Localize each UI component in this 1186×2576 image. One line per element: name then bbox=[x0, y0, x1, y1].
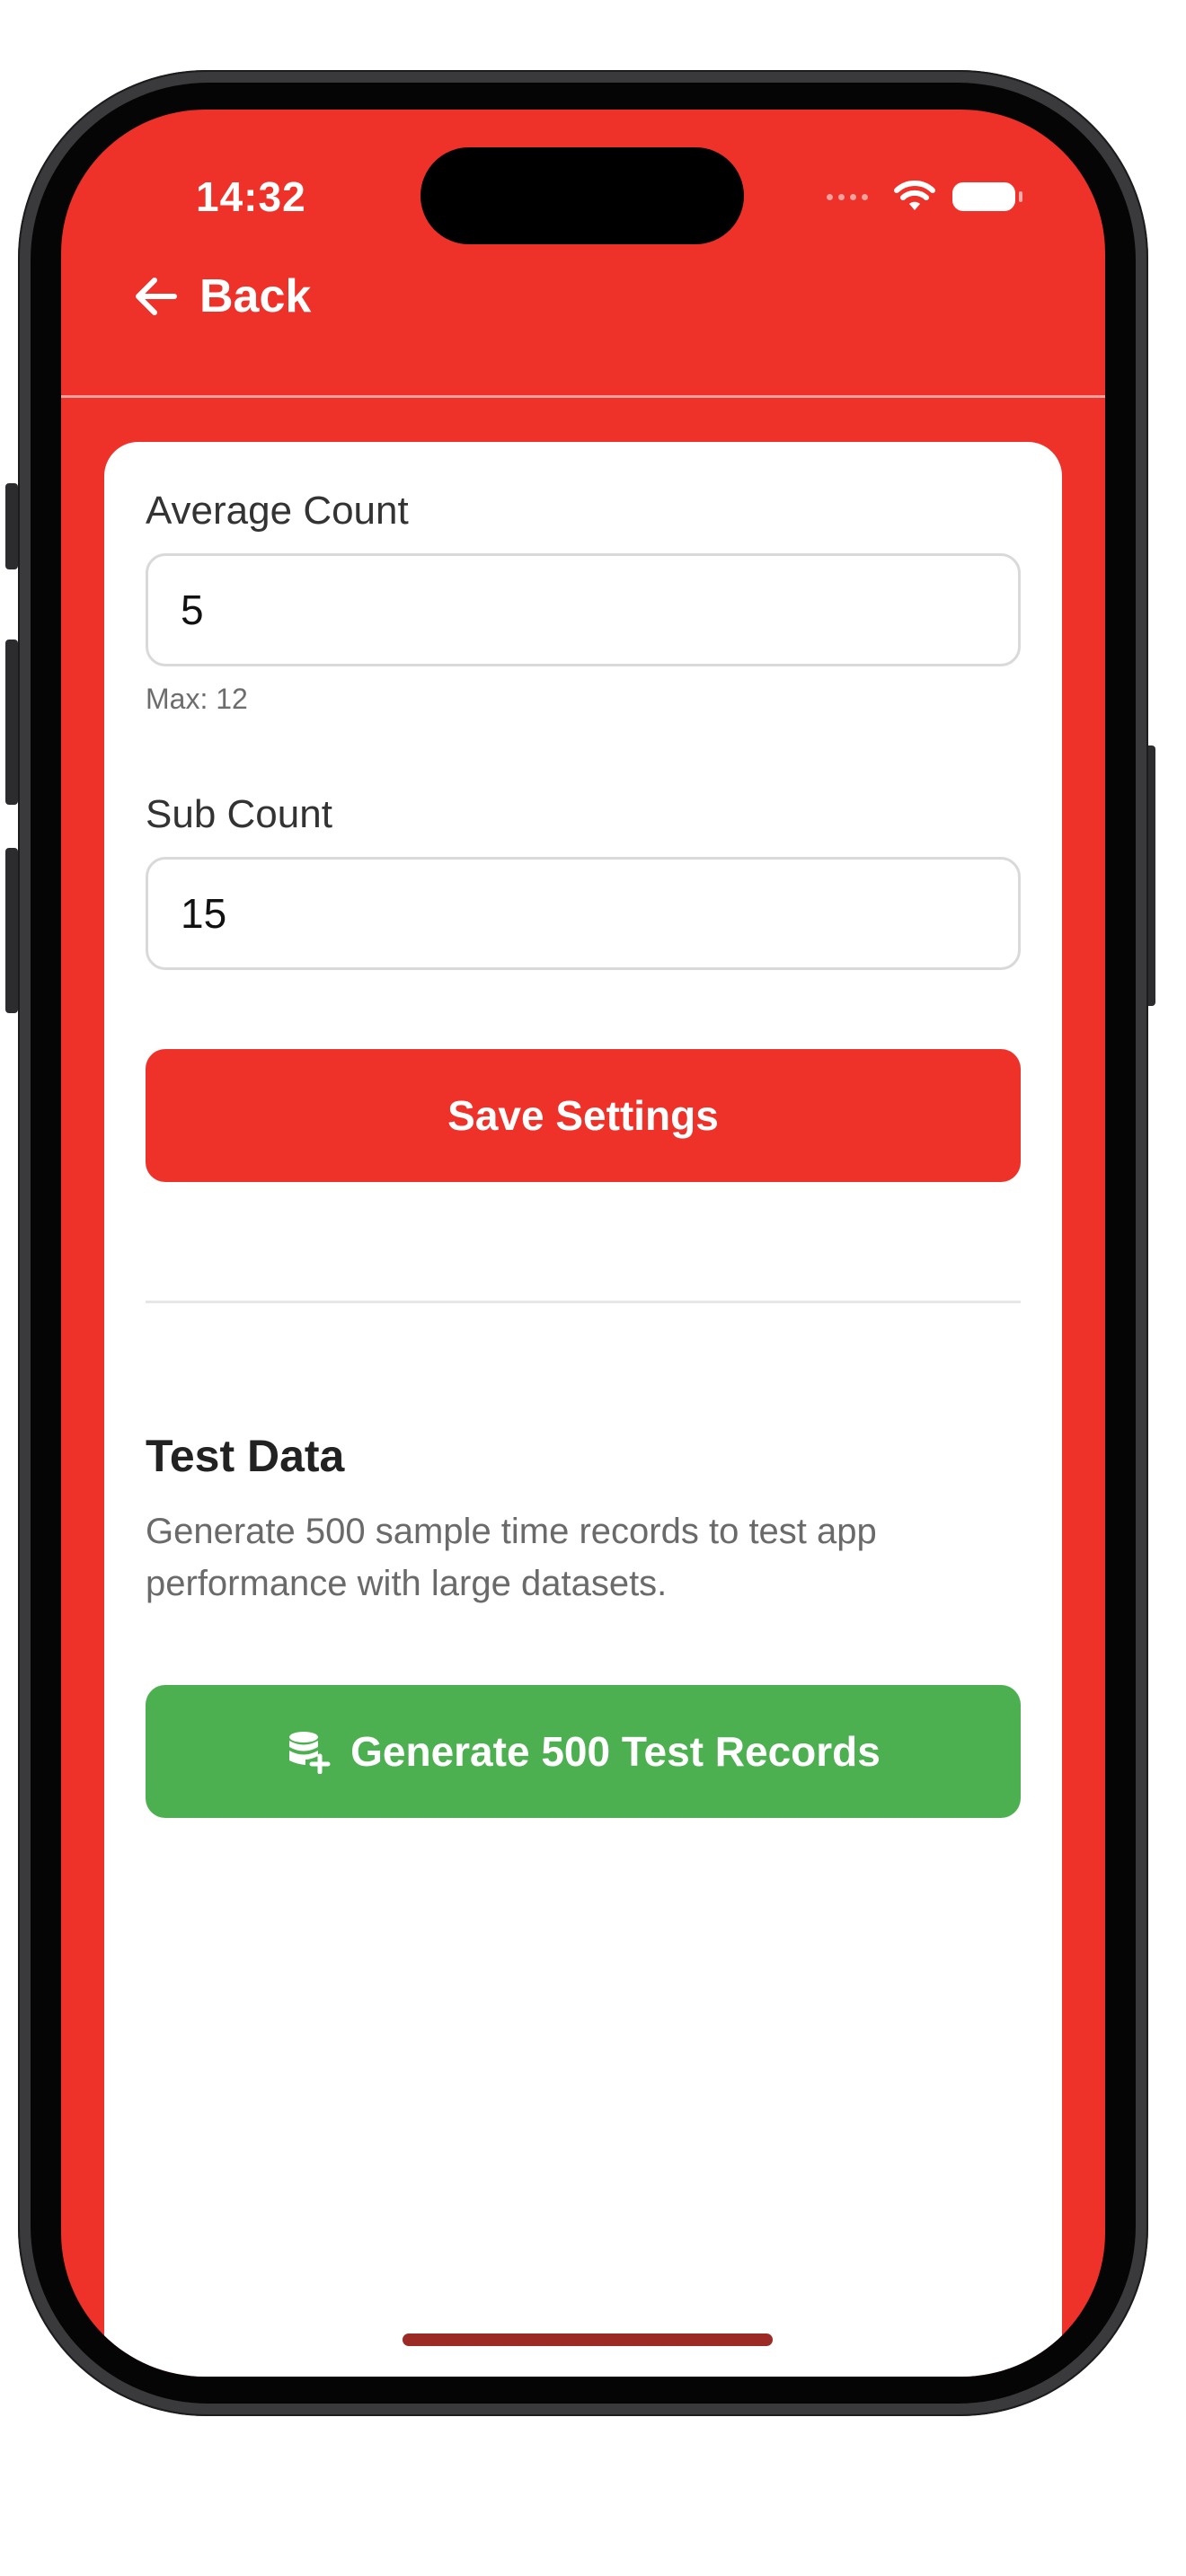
status-icons bbox=[827, 174, 1022, 219]
settings-card: Average Count Max: 12 Sub Count Save Set… bbox=[104, 442, 1062, 2377]
volume-up-button bbox=[5, 640, 18, 805]
volume-down-button bbox=[5, 848, 18, 1013]
arrow-left-icon bbox=[136, 278, 177, 315]
sub-count-label: Sub Count bbox=[146, 792, 332, 836]
average-count-hint: Max: 12 bbox=[146, 683, 248, 715]
back-label: Back bbox=[199, 270, 312, 322]
home-indicator[interactable] bbox=[403, 2333, 773, 2346]
save-settings-label: Save Settings bbox=[447, 1092, 719, 1139]
test-data-title: Test Data bbox=[146, 1431, 345, 1481]
sub-count-input[interactable] bbox=[146, 857, 1021, 970]
section-divider bbox=[146, 1301, 1021, 1303]
average-count-label: Average Count bbox=[146, 489, 409, 533]
status-time: 14:32 bbox=[196, 173, 306, 220]
back-button[interactable]: Back bbox=[133, 269, 311, 323]
dynamic-island bbox=[420, 147, 744, 244]
cellular-signal-icon bbox=[827, 193, 868, 200]
app-screen: 14:32 Back Average Count Max: 12 bbox=[61, 110, 1105, 2377]
battery-icon bbox=[952, 182, 1022, 211]
device-frame: 14:32 Back Average Count Max: 12 bbox=[0, 0, 1186, 2576]
header-divider bbox=[61, 395, 1105, 398]
average-count-input[interactable] bbox=[146, 553, 1021, 666]
generate-test-records-label: Generate 500 Test Records bbox=[350, 1728, 881, 1775]
action-button bbox=[5, 483, 18, 569]
wifi-icon bbox=[894, 181, 935, 210]
generate-test-records-button[interactable]: Generate 500 Test Records bbox=[146, 1685, 1021, 1818]
database-add-icon bbox=[289, 1732, 331, 1774]
save-settings-button[interactable]: Save Settings bbox=[146, 1049, 1021, 1182]
test-data-description: Generate 500 sample time records to test… bbox=[146, 1512, 877, 1603]
